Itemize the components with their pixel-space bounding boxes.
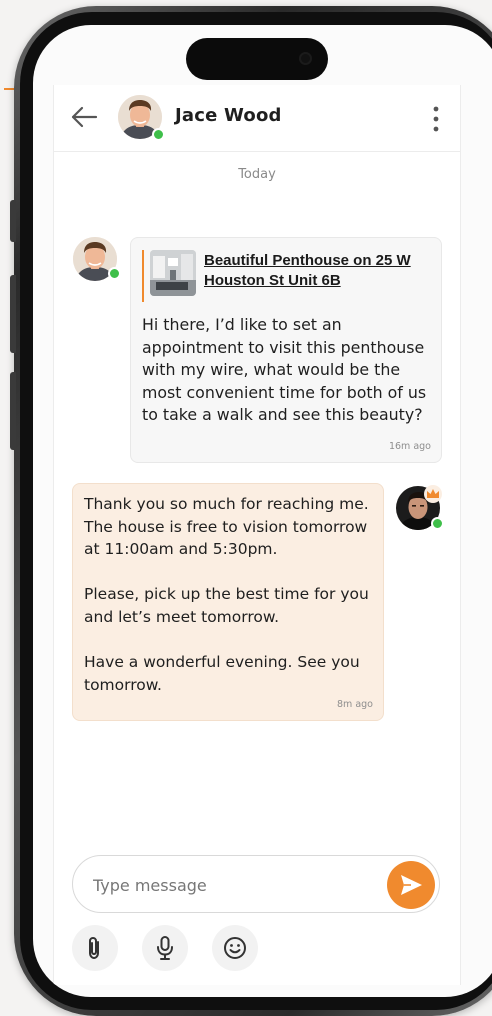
more-vertical-icon[interactable] (428, 105, 444, 133)
message-composer (72, 855, 440, 913)
arrow-left-icon[interactable] (70, 105, 98, 129)
send-icon (401, 875, 422, 895)
paperclip-icon (89, 936, 99, 960)
chat-header: Jace Wood (54, 85, 460, 152)
send-button[interactable] (387, 861, 435, 909)
crown-icon (427, 489, 439, 498)
phone-volume-up-button (10, 275, 16, 353)
crown-badge (424, 485, 442, 503)
outgoing-message-text: Thank you so much for reaching me. The h… (84, 495, 369, 694)
listing-title-link[interactable]: Beautiful Penthouse on 25 W Houston St U… (204, 251, 429, 291)
attach-button[interactable] (72, 925, 118, 971)
smiley-icon (224, 937, 246, 959)
microphone-icon (157, 936, 173, 960)
phone-screen: Jace Wood Today Beautiful Penthouse on 2… (33, 25, 492, 997)
voice-button[interactable] (142, 925, 188, 971)
dynamic-island (186, 38, 328, 80)
listing-thumbnail (150, 250, 196, 296)
chat-screen: Jace Wood Today Beautiful Penthouse on 2… (53, 85, 461, 985)
sender-online-dot (108, 267, 121, 280)
online-status-dot (152, 128, 165, 141)
front-camera (299, 52, 312, 65)
my-online-dot (431, 517, 444, 530)
listing-photo (150, 250, 196, 296)
outgoing-message-bubble: Thank you so much for reaching me. The h… (72, 483, 384, 721)
contact-name[interactable]: Jace Wood (175, 105, 282, 126)
phone-volume-down-button (10, 372, 16, 450)
emoji-button[interactable] (212, 925, 258, 971)
outgoing-message-time: 8m ago (337, 699, 373, 710)
listing-preview[interactable]: Beautiful Penthouse on 25 W Houston St U… (142, 250, 431, 302)
incoming-message-bubble: Beautiful Penthouse on 25 W Houston St U… (130, 237, 442, 463)
incoming-message-time: 16m ago (388, 441, 431, 452)
date-separator: Today (238, 167, 276, 182)
incoming-message-text: Hi there, I’d like to set an appointment… (142, 315, 432, 425)
message-input[interactable] (91, 872, 385, 898)
phone-mute-switch (10, 200, 16, 242)
